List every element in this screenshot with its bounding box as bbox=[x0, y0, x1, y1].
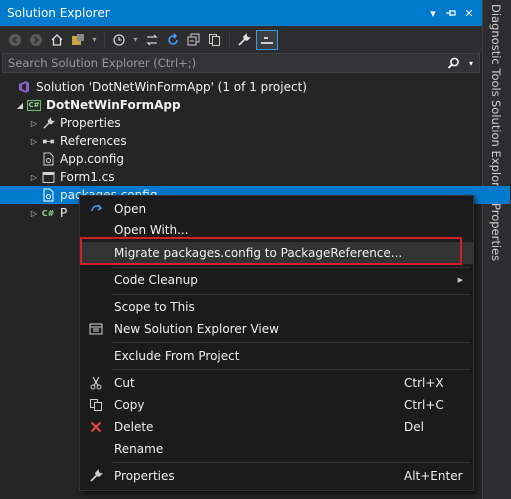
pending-changes-filter-icon[interactable] bbox=[110, 31, 128, 49]
menu-item-label: Exclude From Project bbox=[114, 349, 240, 363]
menu-item-shortcut: Del bbox=[404, 420, 424, 434]
submenu-arrow-icon: ▶ bbox=[457, 276, 463, 284]
toolbar-separator bbox=[229, 31, 230, 48]
menu-item-properties[interactable]: Properties Alt+Enter bbox=[80, 465, 473, 487]
collapsed-arrow-icon[interactable]: ▷ bbox=[28, 132, 40, 150]
delete-icon bbox=[82, 416, 110, 438]
wrench-icon bbox=[40, 115, 56, 131]
show-all-files-icon[interactable] bbox=[206, 31, 224, 49]
menu-item-label: Copy bbox=[114, 398, 145, 412]
chevron-down-icon[interactable]: ▾ bbox=[131, 31, 140, 49]
tree-item-form1[interactable]: ▷ Form1.cs bbox=[0, 168, 510, 186]
menu-item-shortcut: Ctrl+C bbox=[404, 398, 444, 412]
side-tab-strip: Diagnostic Tools Solution Explorer Prope… bbox=[482, 0, 511, 499]
window-title: Solution Explorer bbox=[7, 6, 110, 20]
menu-item-delete[interactable]: Delete Del bbox=[80, 416, 473, 438]
csharp-file-icon: C# bbox=[41, 208, 55, 218]
tree-item-label: References bbox=[60, 134, 127, 148]
menu-item-copy[interactable]: Copy Ctrl+C bbox=[80, 394, 473, 416]
tree-item-label: DotNetWinFormApp bbox=[46, 98, 181, 112]
copy-icon bbox=[82, 394, 110, 416]
tree-item-label: Properties bbox=[60, 116, 121, 130]
solution-icon bbox=[16, 79, 32, 95]
menu-item-rename[interactable]: Rename bbox=[80, 438, 473, 460]
menu-item-shortcut: Ctrl+X bbox=[404, 376, 444, 390]
expander-icon bbox=[28, 150, 40, 168]
tree-item-label: Form1.cs bbox=[60, 170, 115, 184]
sync-with-document-icon[interactable] bbox=[143, 31, 161, 49]
menu-item-label: New Solution Explorer View bbox=[114, 322, 279, 336]
title-bar-controls: ▾ ✕ bbox=[426, 6, 482, 20]
expander-icon bbox=[4, 78, 16, 96]
chevron-down-icon[interactable]: ▾ bbox=[90, 31, 99, 49]
collapse-all-icon[interactable] bbox=[185, 31, 203, 49]
pin-icon[interactable] bbox=[444, 6, 458, 20]
cut-icon bbox=[82, 372, 110, 394]
menu-item-label: Code Cleanup bbox=[114, 273, 198, 287]
toolbar: ▾ ▾ bbox=[0, 26, 482, 53]
forward-icon[interactable] bbox=[27, 31, 45, 49]
menu-item-exclude-from-project[interactable]: Exclude From Project bbox=[80, 345, 473, 367]
tree-item-label: Solution 'DotNetWinFormApp' (1 of 1 proj… bbox=[36, 80, 307, 94]
refresh-icon[interactable] bbox=[164, 31, 182, 49]
new-view-icon bbox=[82, 318, 110, 340]
tree-item-app-config[interactable]: App.config bbox=[0, 150, 510, 168]
menu-item-label: Rename bbox=[114, 442, 164, 456]
menu-item-open-with[interactable]: Open With... bbox=[80, 219, 473, 241]
collapsed-arrow-icon[interactable]: ▷ bbox=[28, 204, 40, 222]
menu-separator bbox=[112, 342, 470, 343]
menu-separator bbox=[112, 462, 470, 463]
form-icon bbox=[40, 169, 56, 185]
wrench-icon[interactable] bbox=[235, 31, 253, 49]
menu-item-shortcut: Alt+Enter bbox=[404, 469, 463, 483]
collapsed-arrow-icon[interactable]: ▷ bbox=[28, 114, 40, 132]
search-options-chevron-icon[interactable]: ▾ bbox=[469, 59, 479, 68]
open-icon bbox=[82, 198, 110, 220]
tree-item-label: App.config bbox=[60, 152, 124, 166]
context-menu: Open Open With... Migrate packages.confi… bbox=[79, 195, 474, 491]
close-icon[interactable]: ✕ bbox=[462, 6, 476, 20]
expander-icon bbox=[28, 186, 40, 204]
menu-item-migrate-packages[interactable]: Migrate packages.config to PackageRefere… bbox=[80, 242, 473, 264]
solution-explorer-window: Solution Explorer ▾ ✕ Diagnostic Tools S… bbox=[0, 0, 511, 499]
tree-item-references[interactable]: ▷ References bbox=[0, 132, 510, 150]
dropdown-arrow-icon[interactable]: ▾ bbox=[426, 6, 440, 20]
references-icon bbox=[40, 133, 56, 149]
expanded-arrow-icon[interactable]: ◢ bbox=[14, 96, 26, 114]
menu-item-label: Properties bbox=[114, 469, 175, 483]
menu-item-code-cleanup[interactable]: Code Cleanup ▶ bbox=[80, 269, 473, 291]
menu-item-new-solution-explorer-view[interactable]: New Solution Explorer View bbox=[80, 318, 473, 340]
config-file-icon bbox=[40, 187, 56, 203]
tab-diagnostic-tools[interactable]: Diagnostic Tools bbox=[489, 4, 503, 97]
menu-item-label: Migrate packages.config to PackageRefere… bbox=[114, 246, 403, 260]
home-icon[interactable] bbox=[48, 31, 66, 49]
search-box: ▾ bbox=[2, 53, 480, 73]
menu-item-scope-to-this[interactable]: Scope to This bbox=[80, 296, 473, 318]
menu-item-label: Delete bbox=[114, 420, 154, 434]
preview-selected-items-icon[interactable] bbox=[256, 29, 278, 50]
toolbar-separator bbox=[104, 31, 105, 48]
menu-separator bbox=[112, 369, 470, 370]
back-icon[interactable] bbox=[6, 31, 24, 49]
menu-item-label: Scope to This bbox=[114, 300, 195, 314]
wrench-icon bbox=[82, 465, 110, 487]
csharp-project-icon: C# bbox=[27, 99, 41, 111]
collapsed-arrow-icon[interactable]: ▷ bbox=[28, 168, 40, 186]
search-icon[interactable] bbox=[439, 54, 469, 72]
tree-item-solution[interactable]: Solution 'DotNetWinFormApp' (1 of 1 proj… bbox=[0, 78, 486, 96]
menu-item-label: Open bbox=[114, 202, 147, 216]
menu-item-open[interactable]: Open bbox=[80, 198, 473, 220]
menu-item-cut[interactable]: Cut Ctrl+X bbox=[80, 372, 473, 394]
title-bar: Solution Explorer ▾ ✕ bbox=[0, 0, 482, 26]
tree-item-label: P bbox=[60, 206, 68, 220]
menu-separator bbox=[112, 294, 470, 295]
menu-item-label: Cut bbox=[114, 376, 135, 390]
menu-item-label: Open With... bbox=[114, 223, 189, 237]
tree-item-project[interactable]: ◢ C# DotNetWinFormApp bbox=[0, 96, 496, 114]
switch-views-icon[interactable] bbox=[69, 31, 87, 49]
menu-separator bbox=[112, 267, 470, 268]
tree-item-properties[interactable]: ▷ Properties bbox=[0, 114, 510, 132]
config-file-icon bbox=[40, 151, 56, 167]
search-input[interactable] bbox=[3, 55, 439, 71]
